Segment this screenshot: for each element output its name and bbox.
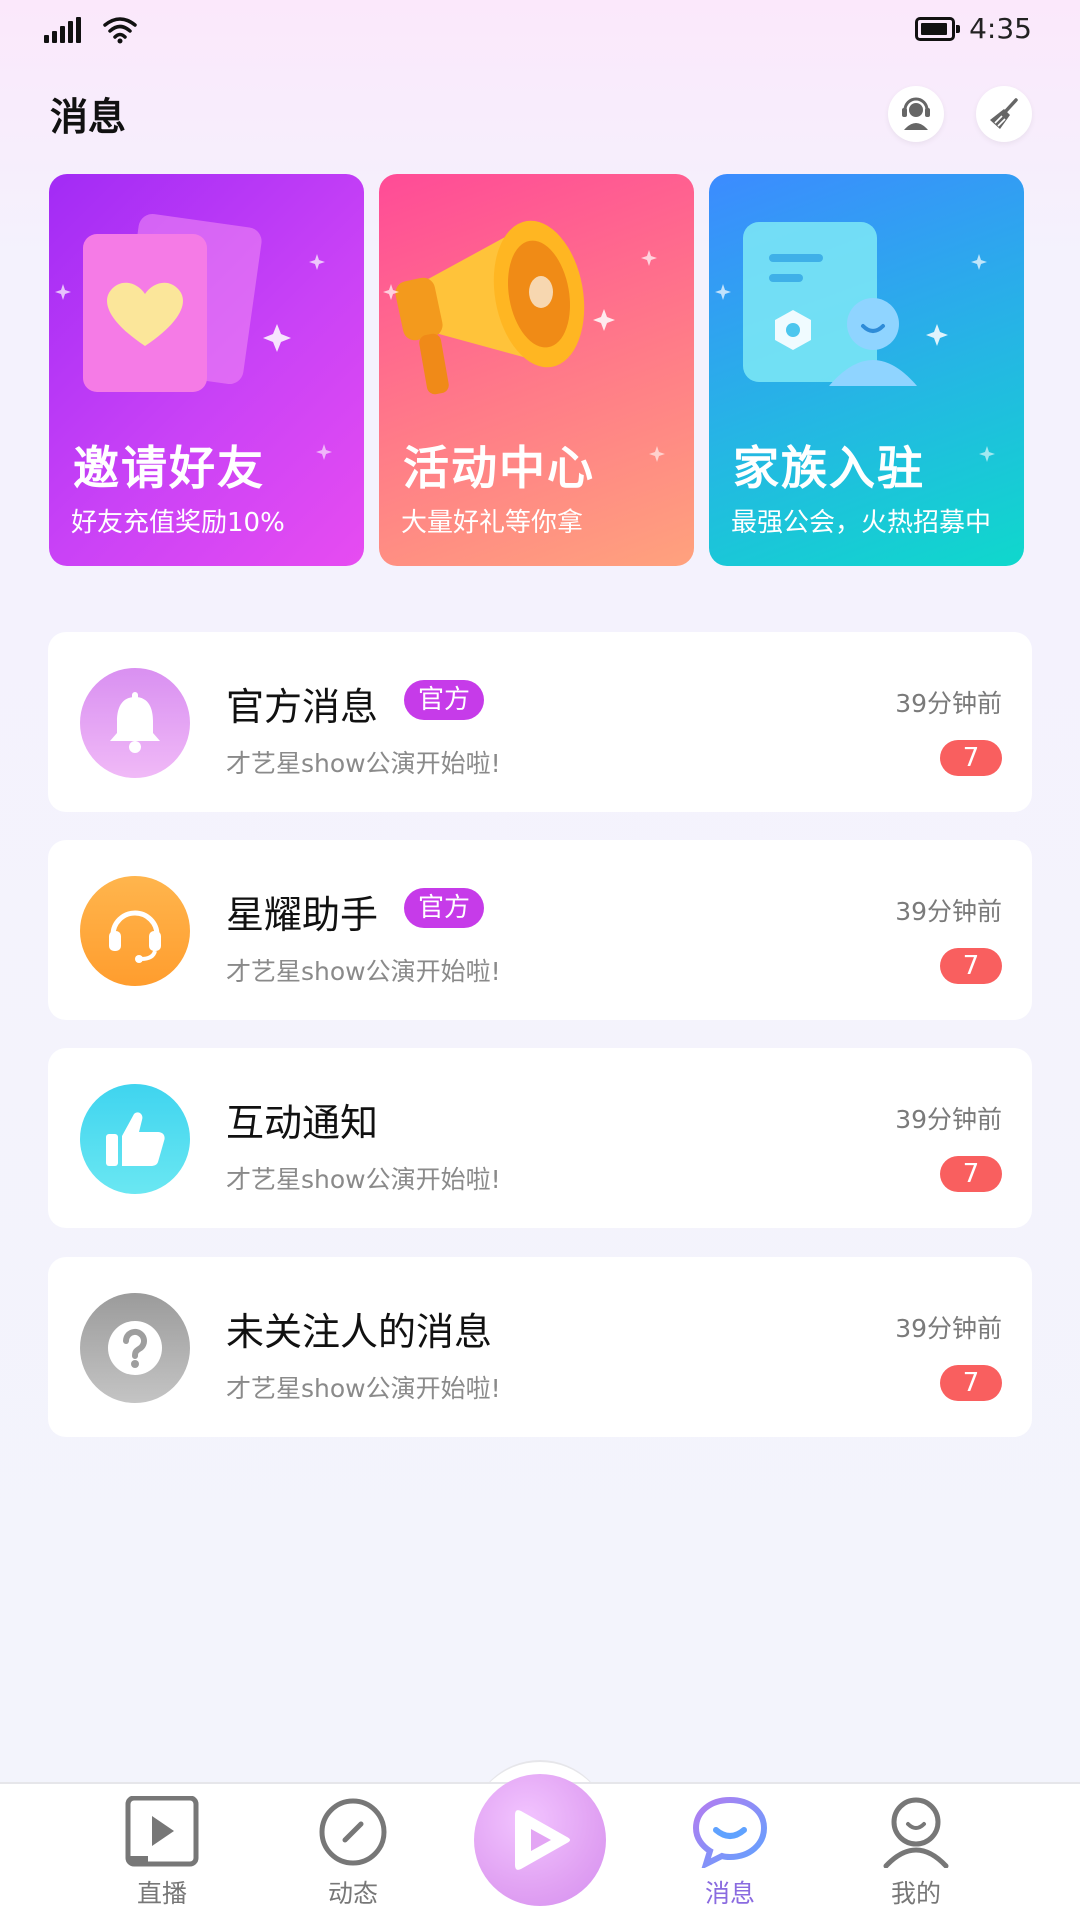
headset-icon xyxy=(109,910,161,963)
live-play-icon xyxy=(125,1795,199,1867)
official-badge: 官方 xyxy=(404,888,485,928)
official-badge: 官方 xyxy=(404,680,485,720)
message-name: 官方消息 xyxy=(226,685,379,729)
status-bar: 4:35 xyxy=(0,0,1080,64)
nav-label: 动态 xyxy=(327,1879,378,1908)
broom-icon xyxy=(990,98,1018,129)
message-name: 互动通知 xyxy=(226,1101,379,1145)
message-preview: 才艺星show公演开始啦! xyxy=(226,1374,501,1403)
unread-count-badge: 7 xyxy=(940,1365,1002,1401)
customer-service-button[interactable] xyxy=(888,86,944,142)
message-preview: 才艺星show公演开始啦! xyxy=(226,957,501,986)
banner-title: 家族入驻 xyxy=(733,441,925,495)
page-title: 消息 xyxy=(50,95,127,139)
message-time: 39分钟前 xyxy=(895,689,1002,718)
banner-title: 邀请好友 xyxy=(73,441,265,495)
play-center-icon xyxy=(515,1810,570,1870)
official-avatar xyxy=(80,668,190,778)
strangers-avatar xyxy=(80,1293,190,1403)
unread-count-badge: 7 xyxy=(940,740,1002,776)
nav-label: 我的 xyxy=(890,1879,941,1908)
message-item-interaction[interactable]: 互动通知 才艺星show公演开始啦! 39分钟前 7 xyxy=(48,1048,1032,1228)
message-item-strangers[interactable]: 未关注人的消息 才艺星show公演开始啦! 39分钟前 7 xyxy=(48,1257,1032,1437)
nav-item-feed[interactable]: 动态 xyxy=(293,1796,413,1910)
message-preview: 才艺星show公演开始啦! xyxy=(226,749,501,778)
nav-item-live[interactable]: 直播 xyxy=(102,1795,222,1910)
message-time: 39分钟前 xyxy=(895,1105,1002,1134)
profile-icon xyxy=(883,1797,949,1869)
message-time: 39分钟前 xyxy=(895,897,1002,926)
wifi-icon xyxy=(103,17,137,44)
banner-subtitle: 大量好礼等你拿 xyxy=(401,508,584,538)
thumbs-up-icon xyxy=(106,1112,165,1166)
battery-icon xyxy=(915,16,961,41)
message-time: 39分钟前 xyxy=(895,1314,1002,1343)
message-name: 星耀助手 xyxy=(226,893,379,937)
nav-label: 消息 xyxy=(704,1879,755,1908)
nav-item-profile[interactable]: 我的 xyxy=(856,1796,976,1910)
message-preview: 才艺星show公演开始啦! xyxy=(226,1165,501,1194)
nav-label: 直播 xyxy=(136,1879,187,1908)
assistant-avatar xyxy=(80,876,190,986)
signal-icon xyxy=(44,17,81,43)
unread-count-badge: 7 xyxy=(940,948,1002,984)
message-item-official[interactable]: 官方消息 官方 才艺星show公演开始啦! 39分钟前 7 xyxy=(48,632,1032,812)
message-item-assistant[interactable]: 星耀助手 官方 才艺星show公演开始啦! 39分钟前 7 xyxy=(48,840,1032,1020)
nav-item-messages[interactable]: 消息 xyxy=(670,1796,790,1910)
banner-subtitle: 好友充值奖励10% xyxy=(71,508,285,538)
unread-count-badge: 7 xyxy=(940,1156,1002,1192)
interaction-avatar xyxy=(80,1084,190,1194)
center-publish-button[interactable] xyxy=(474,1774,606,1906)
banner-activity-center[interactable]: 活动中心 大量好礼等你拿 xyxy=(379,174,694,566)
banner-title: 活动中心 xyxy=(403,441,595,495)
compass-icon xyxy=(319,1798,387,1866)
banner-family-join[interactable]: 家族入驻 最强公会，火热招募中 xyxy=(709,174,1024,566)
headset-user-icon xyxy=(902,97,930,130)
banner-subtitle: 最强公会，火热招募中 xyxy=(731,508,992,538)
banner-invite-friends[interactable]: 邀请好友 好友充值奖励10% xyxy=(49,174,364,566)
bell-icon xyxy=(110,692,160,753)
message-name: 未关注人的消息 xyxy=(226,1310,493,1354)
question-icon xyxy=(108,1321,162,1375)
status-time: 4:35 xyxy=(969,12,1032,45)
clear-messages-button[interactable] xyxy=(976,86,1032,142)
chat-bubble-icon xyxy=(692,1796,768,1870)
